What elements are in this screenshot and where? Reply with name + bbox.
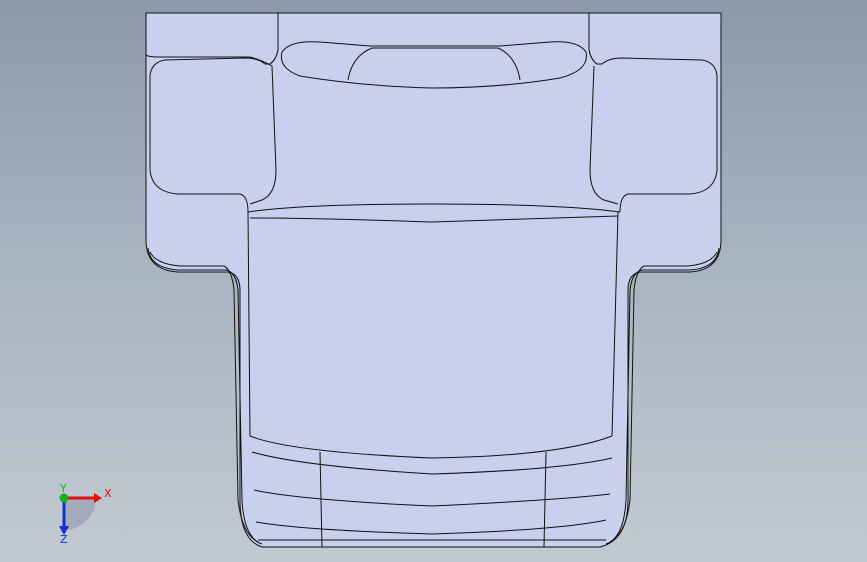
x-axis-label: X <box>104 487 112 500</box>
z-axis-label: Z <box>60 533 68 546</box>
sofa-model[interactable] <box>0 0 867 562</box>
triad-plane-icon <box>64 498 96 530</box>
coordinate-triad: X Y Z <box>44 480 124 550</box>
x-axis-arrow-icon <box>94 493 102 503</box>
graphics-viewport[interactable]: X Y Z <box>0 0 867 562</box>
y-axis-label: Y <box>59 482 67 495</box>
